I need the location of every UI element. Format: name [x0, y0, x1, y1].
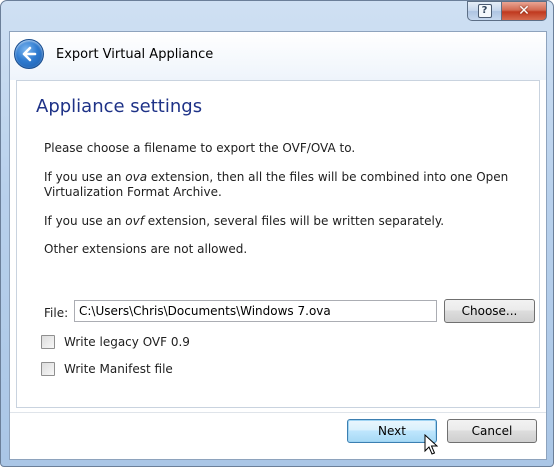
back-button[interactable]: [14, 39, 44, 69]
mouse-pointer-icon: [424, 434, 438, 455]
help-button[interactable]: ?: [467, 1, 501, 21]
page-heading: Appliance settings: [36, 96, 203, 117]
caption-buttons: ? ✕: [467, 1, 547, 21]
file-path-input[interactable]: [74, 300, 437, 322]
window-title: Export Virtual Appliance: [56, 47, 214, 62]
cancel-button[interactable]: Cancel: [447, 419, 537, 443]
wizard-header: Export Virtual Appliance: [10, 32, 546, 80]
dialog-client-area: Export Virtual Appliance Appliance setti…: [9, 31, 547, 460]
back-arrow-icon: [22, 46, 37, 62]
intro-text: Please choose a filename to export the O…: [44, 141, 356, 155]
content-panel: Appliance settings Please choose a filen…: [16, 80, 540, 408]
ovf-description: If you use an ovf extension, several fil…: [44, 214, 524, 229]
legacy-ovf-label: Write legacy OVF 0.9: [64, 335, 190, 349]
manifest-option[interactable]: Write Manifest file: [41, 362, 173, 376]
other-extensions-text: Other extensions are not allowed.: [44, 242, 248, 256]
manifest-label: Write Manifest file: [64, 362, 173, 376]
ova-prefix: If you use an: [44, 170, 126, 184]
ovf-suffix: extension, several files will be written…: [143, 214, 445, 228]
file-label: File:: [44, 306, 69, 320]
ovf-extension: ovf: [125, 214, 144, 228]
title-bar[interactable]: ? ✕: [1, 1, 553, 31]
close-icon: ✕: [518, 3, 530, 19]
manifest-checkbox[interactable]: [41, 362, 55, 376]
close-button[interactable]: ✕: [501, 1, 547, 21]
choose-button[interactable]: Choose...: [444, 299, 535, 323]
ova-description: If you use an ova extension, then all th…: [44, 170, 524, 200]
footer-divider: [10, 412, 546, 413]
legacy-ovf-option[interactable]: Write legacy OVF 0.9: [41, 335, 190, 349]
help-icon: ?: [477, 4, 492, 18]
window-frame: ? ✕ Export Virtual Appliance Appliance s…: [0, 0, 554, 467]
ovf-prefix: If you use an: [44, 214, 126, 228]
ova-extension: ova: [125, 170, 148, 184]
legacy-ovf-checkbox[interactable]: [41, 335, 55, 349]
